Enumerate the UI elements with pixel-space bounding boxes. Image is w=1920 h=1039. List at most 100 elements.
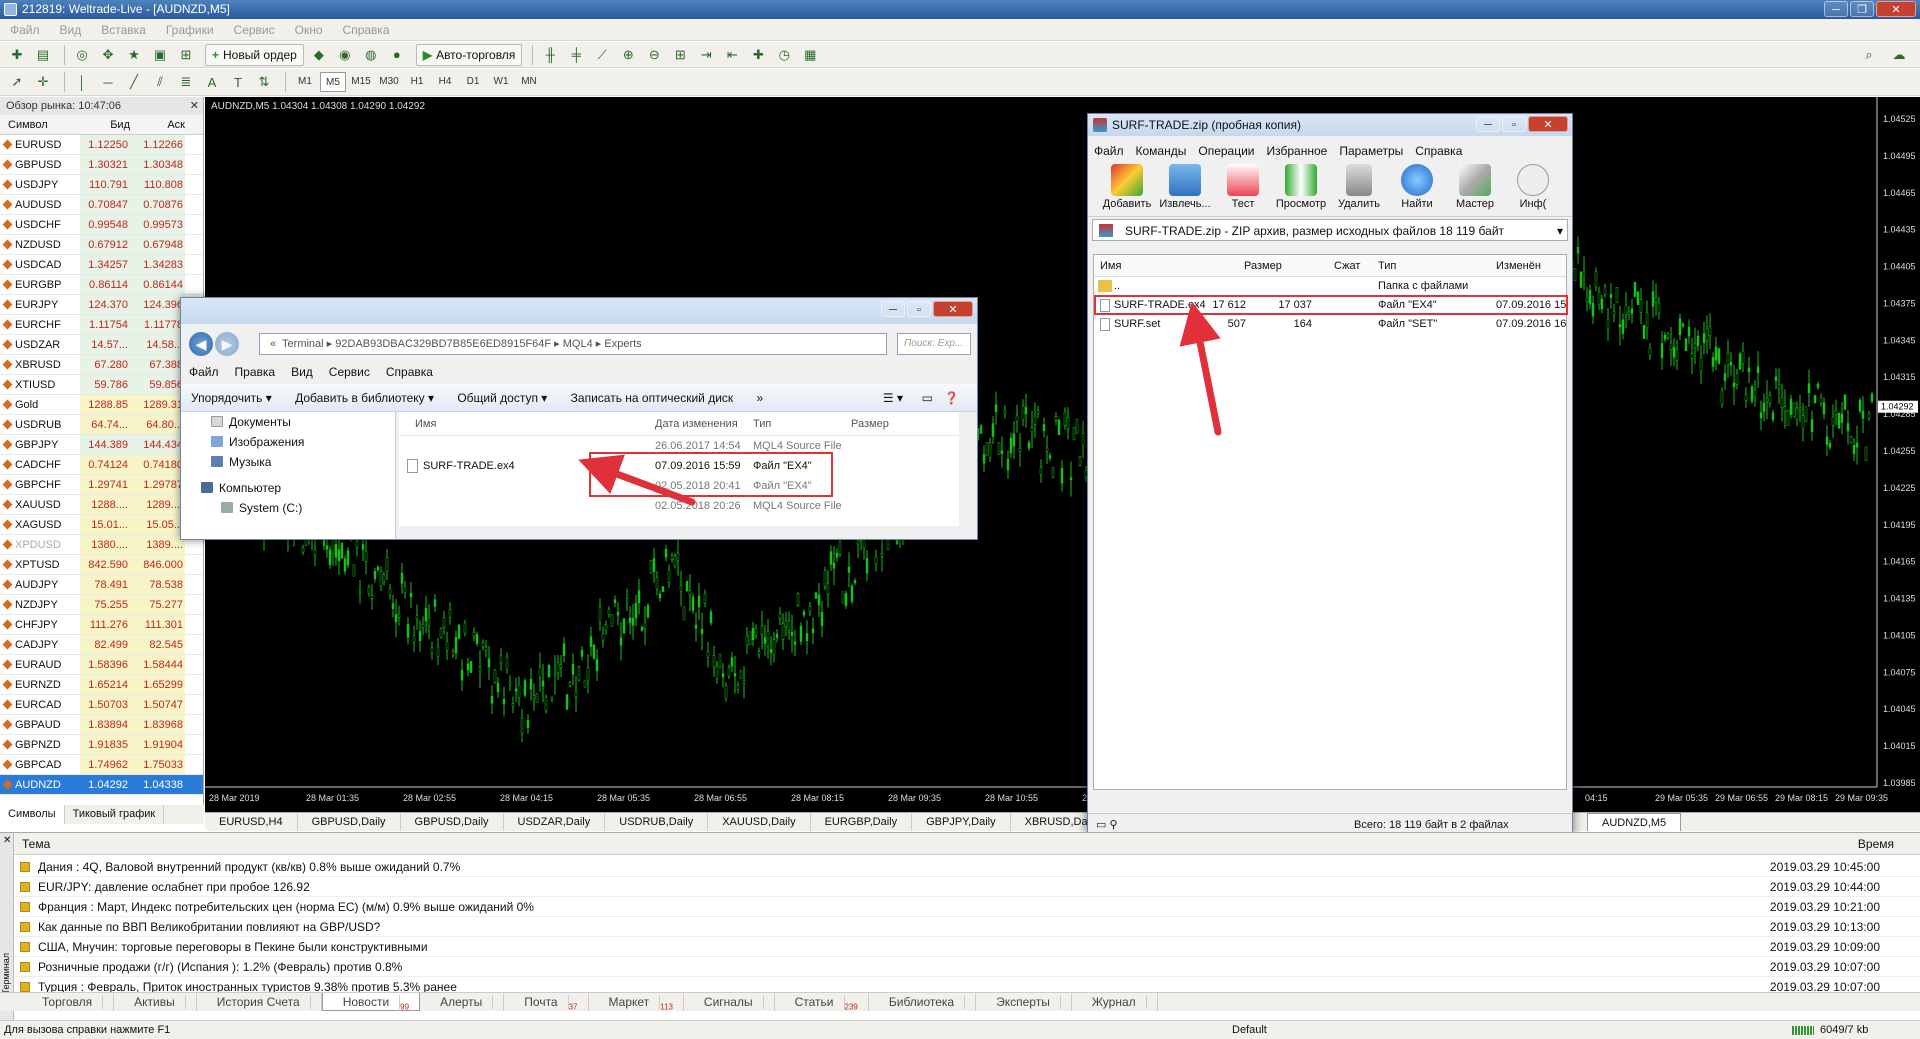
market-row[interactable]: XPTUSD 842.590 846.000 [0, 555, 203, 575]
data-window-icon[interactable]: ✥ [97, 45, 119, 65]
rcol-packed[interactable]: Сжат [1334, 255, 1360, 277]
menu-help[interactable]: Справка [333, 19, 400, 41]
rcol-name[interactable]: Имя [1100, 255, 1121, 277]
explorer-minimize-button[interactable]: ─ [881, 301, 905, 317]
market-row[interactable]: EURGBP 0.86114 0.86144 [0, 275, 203, 295]
menu-view[interactable]: Вид [50, 19, 92, 41]
tree-pictures[interactable]: Изображения [181, 432, 395, 452]
path-dropdown-icon[interactable]: ▾ [1557, 220, 1563, 242]
market-row[interactable]: XPDUSD 1380.... 1389.... [0, 535, 203, 555]
indicators-icon[interactable]: ✚ [747, 45, 769, 65]
market-row[interactable]: AUDJPY 78.491 78.538 [0, 575, 203, 595]
rar-minimize-button[interactable]: ─ [1476, 116, 1500, 132]
emenu-help[interactable]: Справка [378, 365, 441, 379]
terminal-tab[interactable]: Алерты [420, 993, 505, 1011]
market-watch-icon[interactable]: ◎ [71, 45, 93, 65]
terminal-tab[interactable]: Статьи 239 [775, 993, 869, 1011]
market-row[interactable]: USDZAR 14.57... 14.58... [0, 335, 203, 355]
close-button[interactable]: ✕ [1876, 1, 1916, 17]
terminal-tab[interactable]: Торговля [22, 993, 115, 1011]
col-bid[interactable]: Бид [80, 115, 130, 134]
rar-path-bar[interactable]: ↑ SURF-TRADE.zip - ZIP архив, размер исх… [1092, 219, 1568, 241]
rar-test-button[interactable]: Тест [1214, 161, 1272, 216]
rcol-modified[interactable]: Изменён [1496, 255, 1541, 277]
col-date[interactable]: Дата изменения [655, 412, 738, 436]
crosshair-icon[interactable]: ✛ [32, 72, 54, 92]
news-row[interactable]: США, Мнучин: торговые переговоры в Пекин… [14, 937, 1920, 957]
cursor-icon[interactable]: ➚ [6, 72, 28, 92]
trendline-icon[interactable]: ╱ [123, 72, 145, 92]
explorer-file-row[interactable]: 02.05.2018 20:26 MQL4 Source File [399, 496, 959, 516]
zoom-in-icon[interactable]: ⊕ [617, 45, 639, 65]
explorer-maximize-button[interactable]: ▫ [907, 301, 931, 317]
market-icon[interactable]: ◍ [360, 45, 382, 65]
news-row[interactable]: EUR/JPY: давление ослабнет при пробое 12… [14, 877, 1920, 897]
emenu-file[interactable]: Файл [181, 365, 227, 379]
news-row[interactable]: Как данные по ВВП Великобритании повлияю… [14, 917, 1920, 937]
emenu-edit[interactable]: Правка [227, 365, 284, 379]
menu-window[interactable]: Окно [285, 19, 333, 41]
market-row[interactable]: EURCAD 1.50703 1.50747 [0, 695, 203, 715]
market-row[interactable]: NZDJPY 75.255 75.277 [0, 595, 203, 615]
market-row[interactable]: EURUSD 1.12250 1.12266 [0, 135, 203, 155]
market-row[interactable]: USDCAD 1.34257 1.34283 [0, 255, 203, 275]
tf-mn[interactable]: MN [516, 72, 542, 92]
market-row[interactable]: EURJPY 124.370 124.396 [0, 295, 203, 315]
market-row[interactable]: USDRUB 64.74... 64.80... [0, 415, 203, 435]
terminal-tab[interactable]: Журнал [1072, 993, 1158, 1011]
news-row[interactable]: Розничные продажи (г/г) (Испания ): 1.2%… [14, 957, 1920, 977]
terminal-tab[interactable]: Маркет 113 [589, 993, 684, 1011]
text-icon[interactable]: A [201, 72, 223, 92]
metaeditor-icon[interactable]: ◆ [308, 45, 330, 65]
rar-find-button[interactable]: Найти [1388, 161, 1446, 216]
rmenu-favorites[interactable]: Избранное [1261, 144, 1334, 158]
search-icon[interactable]: ⌕ [1858, 45, 1880, 65]
autoscroll-icon[interactable]: ⇥ [695, 45, 717, 65]
periods-icon[interactable]: ◷ [773, 45, 795, 65]
view-options-icon[interactable]: ☰ ▾ [873, 384, 913, 412]
col-size[interactable]: Размер [851, 412, 889, 436]
terminal-tab[interactable]: Активы [114, 993, 197, 1011]
tf-h4[interactable]: H4 [432, 72, 458, 92]
market-row[interactable]: GBPAUD 1.83894 1.83968 [0, 715, 203, 735]
terminal-tab[interactable]: Библиотека [869, 993, 977, 1011]
col-ask[interactable]: Аск [130, 115, 185, 134]
add-to-library-button[interactable]: Добавить в библиотеку ▾ [285, 391, 444, 405]
tf-h1[interactable]: H1 [404, 72, 430, 92]
horizontal-line-icon[interactable]: ─ [97, 72, 119, 92]
tf-m1[interactable]: M1 [292, 72, 318, 92]
tab-tick-chart[interactable]: Тиковый график [65, 805, 165, 824]
channel-icon[interactable]: ⫽ [149, 72, 171, 92]
help-icon[interactable]: ❓ [934, 384, 969, 412]
chart-tab[interactable]: GBPUSD,Daily [298, 813, 401, 831]
line-chart-icon[interactable]: ⟋ [591, 45, 613, 65]
winrar-window[interactable]: SURF-TRADE.zip (пробная копия) ─ ▫ ✕ Фай… [1087, 113, 1573, 836]
rar-add-button[interactable]: Добавить [1098, 161, 1156, 216]
strategy-tester-icon[interactable]: ⊞ [175, 45, 197, 65]
rar-view-button[interactable]: Просмотр [1272, 161, 1330, 216]
explorer-search-input[interactable]: Поиск: Exp... [897, 333, 971, 355]
market-row[interactable]: EURNZD 1.65214 1.65299 [0, 675, 203, 695]
market-row[interactable]: USDJPY 110.791 110.808 [0, 175, 203, 195]
share-button[interactable]: Общий доступ ▾ [447, 391, 557, 405]
profiles-icon[interactable]: ▤ [32, 45, 54, 65]
rmenu-help[interactable]: Справка [1409, 144, 1468, 158]
tf-d1[interactable]: D1 [460, 72, 486, 92]
market-row[interactable]: Gold 1288.85 1289.31 [0, 395, 203, 415]
tf-w1[interactable]: W1 [488, 72, 514, 92]
chart-tab[interactable]: USDRUB,Daily [605, 813, 709, 831]
market-row[interactable]: EURAUD 1.58396 1.58444 [0, 655, 203, 675]
chart-tab-active[interactable]: AUDNZD,M5 [1587, 813, 1682, 831]
rmenu-file[interactable]: Файл [1088, 144, 1130, 158]
close-icon[interactable]: ✕ [190, 97, 199, 115]
tf-m5[interactable]: M5 [320, 72, 346, 92]
market-row[interactable]: CHFJPY 111.276 111.301 [0, 615, 203, 635]
tree-documents[interactable]: Документы [181, 412, 395, 432]
market-row[interactable]: EURCHF 1.11754 1.11778 [0, 315, 203, 335]
chart-tab[interactable]: EURGBP,Daily [811, 813, 913, 831]
new-order-button[interactable]: + Новый ордер [205, 43, 304, 66]
archive-row[interactable]: SURF.set 507 164 Файл "SET" 07.09.2016 16 [1094, 315, 1566, 334]
tab-symbols[interactable]: Символы [0, 805, 65, 824]
news-row[interactable]: Франция : Март, Индекс потребительских ц… [14, 897, 1920, 917]
tile-windows-icon[interactable]: ⊞ [669, 45, 691, 65]
